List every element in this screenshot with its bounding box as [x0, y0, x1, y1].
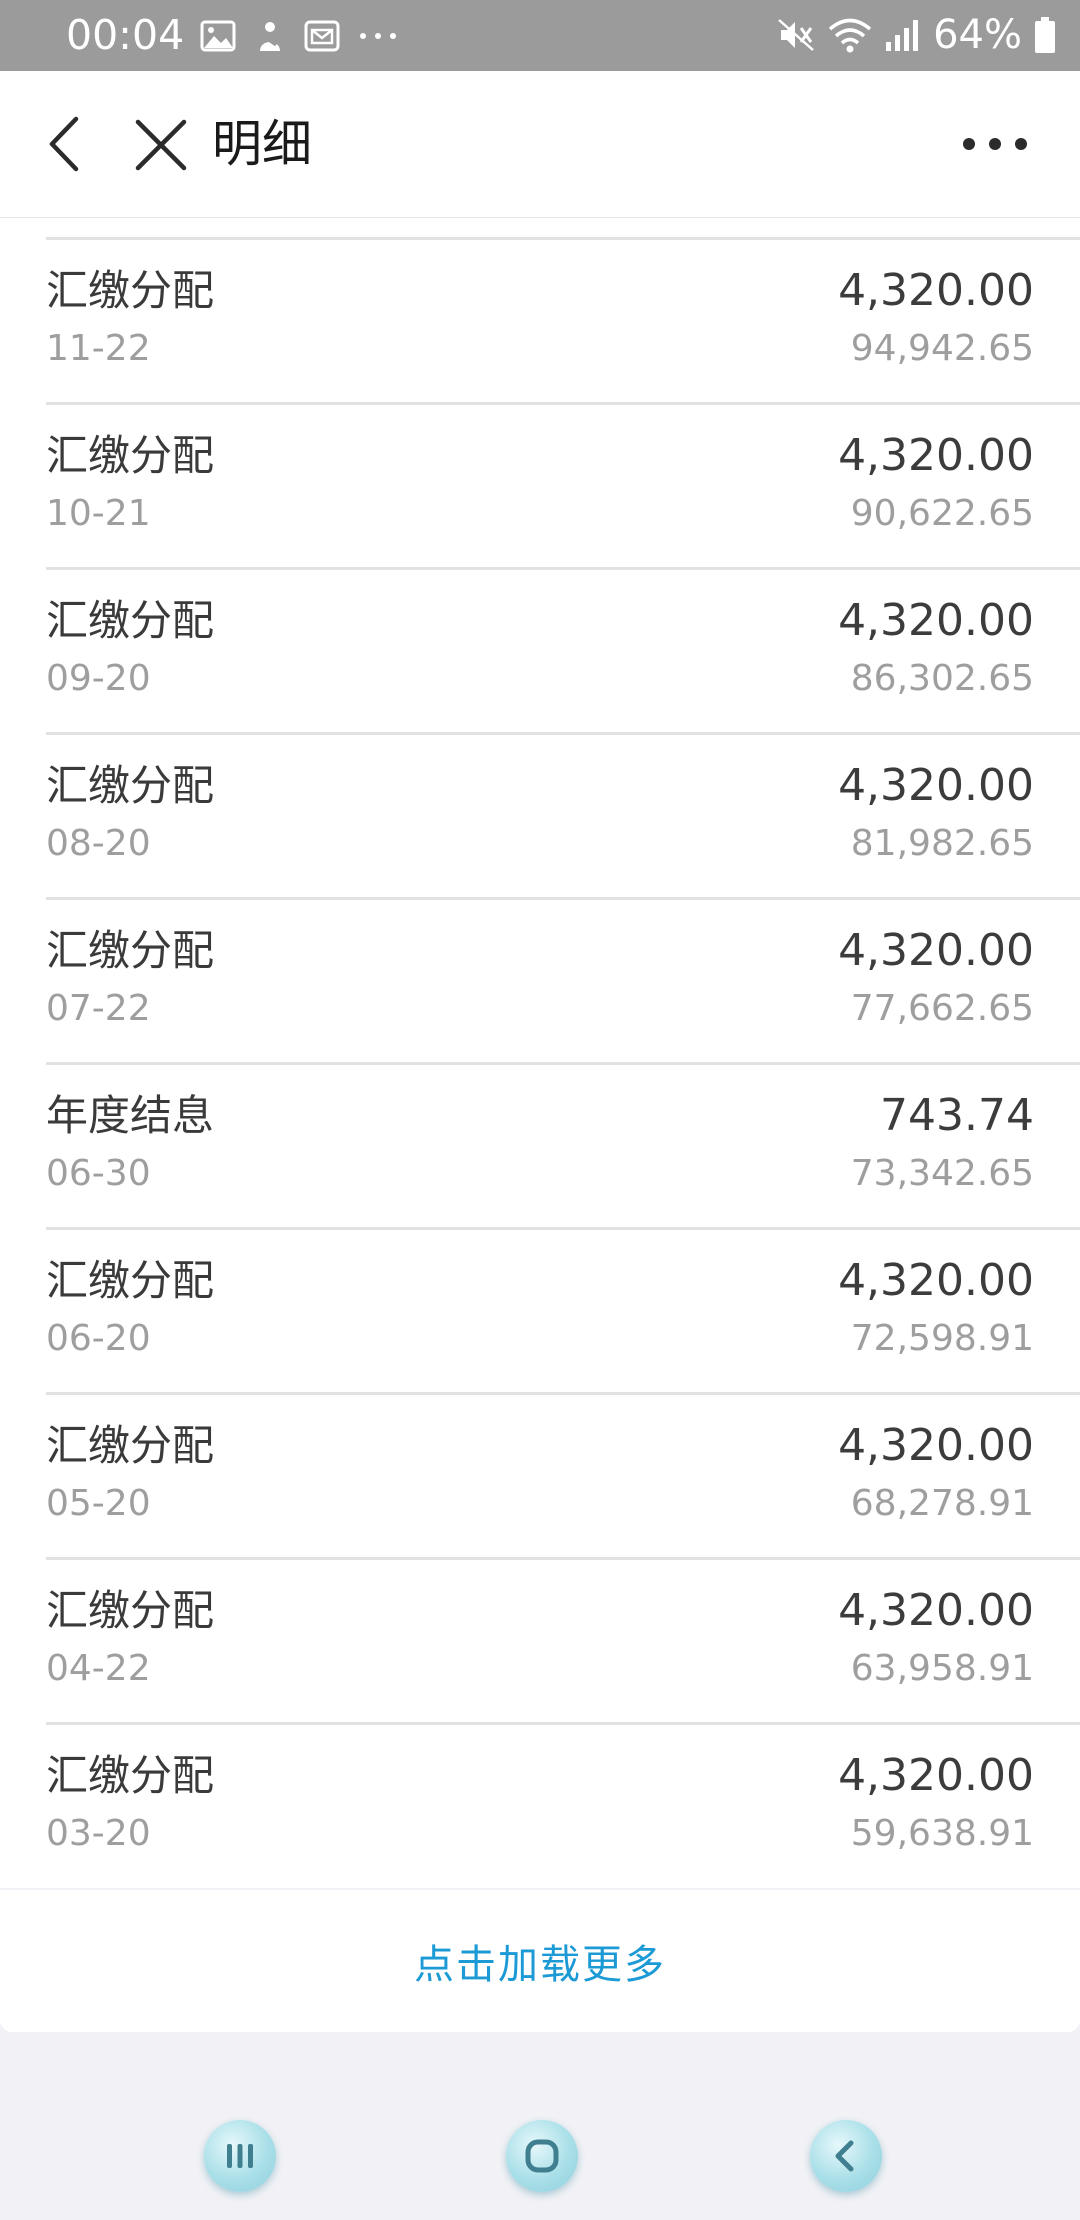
transaction-balance: 90,622.65: [850, 493, 1034, 534]
list-item[interactable]: 汇缴分配 05-20 4,320.00 68,278.91: [46, 1392, 1080, 1556]
header-bar: 明细: [0, 71, 1080, 219]
transaction-title: 汇缴分配: [46, 431, 215, 480]
transaction-balance: 68,278.91: [850, 1483, 1034, 1524]
recent-apps-icon: [227, 2144, 253, 2168]
transaction-amount: 743.74: [880, 1090, 1034, 1141]
list-item[interactable]: 汇缴分配 06-20 4,320.00 72,598.91: [46, 1227, 1080, 1391]
transaction-date: 07-22: [46, 988, 151, 1029]
status-time: 00:04: [66, 11, 185, 59]
transaction-balance: 94,942.65: [850, 328, 1034, 369]
transaction-date: 09-20: [46, 658, 151, 699]
list-item[interactable]: 汇缴分配 04-22 4,320.00 63,958.91: [46, 1557, 1080, 1721]
home-button[interactable]: [506, 2120, 578, 2192]
system-status-icons: 64%: [777, 12, 1056, 58]
transaction-title: 汇缴分配: [46, 926, 215, 975]
signal-icon: [886, 20, 919, 51]
transaction-date: 10-21: [46, 493, 151, 534]
list-item[interactable]: 汇缴分配 10-21 4,320.00 90,622.65: [46, 402, 1080, 566]
close-icon[interactable]: [130, 114, 192, 176]
list-item[interactable]: 汇缴分配 08-20 4,320.00 81,982.65: [46, 732, 1080, 896]
transaction-amount: 4,320.00: [838, 430, 1034, 481]
more-options-icon[interactable]: [960, 127, 1030, 161]
transaction-date: 05-20: [46, 1483, 151, 1524]
transaction-balance: 81,982.65: [850, 823, 1034, 864]
image-icon: [200, 20, 236, 52]
transaction-amount: 4,320.00: [838, 1585, 1034, 1636]
transaction-date: 11-22: [46, 328, 151, 369]
load-more-label: 点击加载更多: [414, 1942, 666, 1988]
transaction-title: 汇缴分配: [46, 596, 215, 645]
battery-icon: [1035, 17, 1055, 53]
system-back-icon: [835, 2140, 854, 2172]
app-notification-icon: [260, 22, 280, 51]
transaction-title: 年度结息: [46, 1091, 215, 1140]
transaction-balance: 73,342.65: [850, 1153, 1034, 1194]
list-item[interactable]: 汇缴分配 09-20 4,320.00 86,302.65: [46, 567, 1080, 731]
load-more-button[interactable]: 点击加载更多: [0, 1890, 1080, 2032]
recent-apps-button[interactable]: [204, 2120, 276, 2192]
list-item[interactable]: 汇缴分配 11-22 4,320.00 94,942.65: [46, 237, 1080, 401]
transaction-amount: 4,320.00: [838, 1420, 1034, 1471]
transaction-balance: 63,958.91: [850, 1648, 1034, 1689]
system-navigation-bar: [0, 2074, 1080, 2220]
list-item[interactable]: 汇缴分配 03-20 4,320.00 59,638.91: [46, 1722, 1080, 1886]
back-icon[interactable]: [40, 111, 92, 177]
transaction-title: 汇缴分配: [46, 761, 215, 810]
transaction-list: 汇缴分配 11-22 4,320.00 94,942.65 汇缴分配 10-21…: [0, 218, 1080, 1888]
home-icon: [525, 2139, 559, 2173]
mute-icon: [778, 19, 814, 51]
transaction-title: 汇缴分配: [46, 1586, 215, 1635]
transaction-date: 06-30: [46, 1153, 151, 1194]
battery-percent: 64%: [933, 12, 1022, 58]
transaction-title: 汇缴分配: [46, 1421, 215, 1470]
transaction-amount: 4,320.00: [838, 595, 1034, 646]
list-item[interactable]: 年度结息 06-30 743.74 73,342.65: [46, 1062, 1080, 1226]
transaction-title: 汇缴分配: [46, 266, 215, 315]
transaction-date: 04-22: [46, 1648, 151, 1689]
page-title: 明细: [212, 115, 312, 173]
wifi-icon: [828, 18, 872, 53]
transaction-balance: 72,598.91: [850, 1318, 1034, 1359]
transaction-amount: 4,320.00: [838, 1255, 1034, 1306]
transaction-title: 汇缴分配: [46, 1751, 215, 1800]
status-bar: 00:04 64%: [0, 0, 1080, 71]
more-notifications-icon: [360, 33, 396, 39]
transaction-date: 03-20: [46, 1813, 151, 1854]
transaction-amount: 4,320.00: [838, 925, 1034, 976]
system-back-button[interactable]: [810, 2120, 882, 2192]
transaction-balance: 86,302.65: [850, 658, 1034, 699]
transaction-balance: 59,638.91: [850, 1813, 1034, 1854]
transaction-date: 08-20: [46, 823, 151, 864]
transaction-date: 06-20: [46, 1318, 151, 1359]
transaction-amount: 4,320.00: [838, 265, 1034, 316]
transaction-amount: 4,320.00: [838, 760, 1034, 811]
mail-icon: [304, 20, 340, 52]
list-item[interactable]: 汇缴分配 07-22 4,320.00 77,662.65: [46, 897, 1080, 1061]
notification-icons: [200, 14, 398, 58]
transaction-balance: 77,662.65: [850, 988, 1034, 1029]
transaction-title: 汇缴分配: [46, 1256, 215, 1305]
transaction-amount: 4,320.00: [838, 1750, 1034, 1801]
